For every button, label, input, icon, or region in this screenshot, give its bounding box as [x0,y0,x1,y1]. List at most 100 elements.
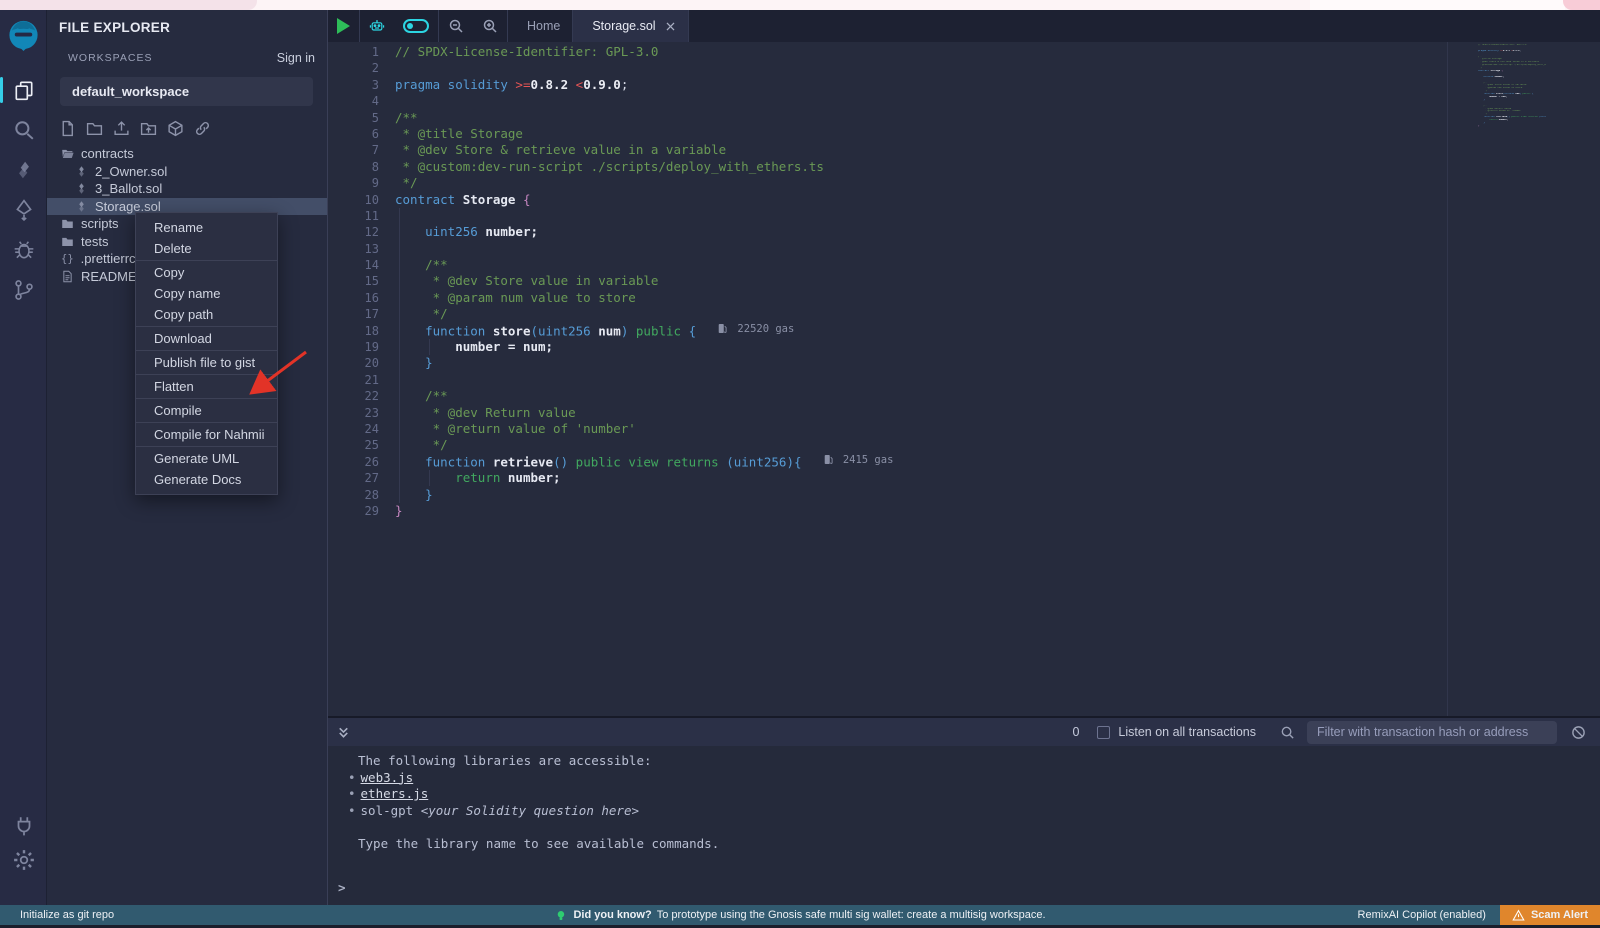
context-menu-item-compile[interactable]: Compile [136,400,277,421]
minimap[interactable]: // SPDX-License-Identifier: GPL-3.0pragm… [1478,44,1546,128]
line-number: 10 [328,192,379,208]
context-menu-item-generate-docs[interactable]: Generate Docs [136,469,277,490]
file-label: contracts [81,146,134,161]
workspace-select[interactable]: default_workspace [60,77,313,106]
editor-code[interactable]: // SPDX-License-Identifier: GPL-3.0pragm… [395,44,1470,519]
browser-chrome-strip [0,0,1600,10]
context-menu-item-download[interactable]: Download [136,328,277,349]
editor-tabbar: Home Storage.sol [328,10,1600,42]
line-number: 25 [328,437,379,453]
file-label: 3_Ballot.sol [95,181,162,196]
terminal[interactable]: The following libraries are accessible:•… [328,746,1600,905]
terminal-prompt[interactable]: > [338,880,346,897]
code-editor[interactable]: 1234567891011121314151617181920212223242… [328,42,1600,716]
folder-open-icon [61,147,74,160]
rail-debugger[interactable] [0,230,47,270]
code-line: } [395,487,1470,503]
rail-solidity-compiler[interactable] [0,150,47,190]
context-menu-item-delete[interactable]: Delete [136,238,277,259]
new-file-button[interactable] [59,120,76,137]
terminal-line: •ethers.js [348,786,1600,803]
terminal-link-web3-js[interactable]: web3.js [361,770,414,785]
file-label: 2_Owner.sol [95,164,167,179]
menu-divider [136,422,277,423]
code-line: * @custom:dev-run-script ./scripts/deplo… [395,159,1470,175]
terminal-line: The following libraries are accessible: [348,753,1600,770]
file-tree-item-2-owner-sol[interactable]: 2_Owner.sol [47,163,327,181]
line-number-gutter: 1234567891011121314151617181920212223242… [328,44,395,519]
context-menu-item-generate-uml[interactable]: Generate UML [136,448,277,469]
braces-icon: {} [61,253,74,265]
code-line: * @param num value to store [395,290,1470,306]
line-number: 14 [328,257,379,273]
close-tab-icon[interactable] [665,21,676,32]
code-line: * @dev Store value in variable [395,273,1470,289]
link-button[interactable] [194,120,211,137]
tab-storage-sol[interactable]: Storage.sol [573,10,688,42]
context-menu-item-copy-path[interactable]: Copy path [136,304,277,325]
terminal-search-icon[interactable] [1280,725,1295,740]
indent-guide [429,339,430,355]
copilot-status[interactable]: RemixAI Copilot (enabled) [1358,909,1486,921]
browser-chrome-segment [1310,0,1565,10]
code-line: contract Storage { [395,192,1470,208]
workspaces-label: WORKSPACES [68,52,272,64]
cube-button[interactable] [167,120,184,137]
rail-search[interactable] [0,110,47,150]
rail-plugin-manager[interactable] [0,809,47,843]
rail-file-explorer[interactable] [0,70,47,110]
terminal-line [348,819,1600,836]
git-init-button[interactable]: Initialize as git repo [20,909,114,921]
rail-settings[interactable] [0,843,47,877]
rail-git[interactable] [0,270,47,310]
icon-rail [0,10,47,905]
context-menu-item-publish-file-to-gist[interactable]: Publish file to gist [136,352,277,373]
code-line: * @return value of 'number' [395,421,1470,437]
line-number: 18 [328,323,379,339]
listen-checkbox[interactable] [1097,726,1110,739]
transaction-count: 0 [1072,725,1079,739]
context-menu-item-rename[interactable]: Rename [136,217,277,238]
line-number: 17 [328,306,379,322]
scam-alert-button[interactable]: Scam Alert [1500,905,1600,925]
code-line [395,208,1470,224]
code-line: /** [395,110,1470,126]
code-line: function retrieve() public view returns … [395,454,1470,470]
file-tree-item-contracts[interactable]: contracts [47,145,327,163]
did-you-know-hint: Did you know? To prototype using the Gno… [554,909,1045,922]
remix-logo-icon[interactable] [6,18,41,53]
terminal-text-italic: <your Solidity question here> [421,803,639,818]
code-line: * @dev Return value [395,405,1470,421]
code-line [395,93,1470,109]
remixai-robot-button[interactable] [360,10,394,42]
rail-deploy-run[interactable] [0,190,47,230]
sign-in-button[interactable]: Sign in [272,51,315,65]
zoom-in-button[interactable] [473,10,507,42]
menu-divider [136,374,277,375]
tab-home[interactable]: Home [508,10,572,42]
upload-folder-button[interactable] [140,120,157,137]
context-menu-item-copy-name[interactable]: Copy name [136,283,277,304]
menu-divider [136,446,277,447]
line-number: 15 [328,273,379,289]
copilot-toggle[interactable] [394,10,438,42]
terminal-expand-button[interactable] [336,725,351,740]
upload-files-button[interactable] [113,120,130,137]
new-folder-button[interactable] [86,120,103,137]
line-number: 5 [328,110,379,126]
play-button[interactable] [328,10,359,42]
transaction-filter-input[interactable] [1307,721,1557,744]
context-menu-item-compile-for-nahmii[interactable]: Compile for Nahmii [136,424,277,445]
context-menu-item-copy[interactable]: Copy [136,262,277,283]
file-tree-item-3-ballot-sol[interactable]: 3_Ballot.sol [47,180,327,198]
line-number: 12 [328,224,379,240]
code-line: number = num; [395,339,1470,355]
line-number: 26 [328,454,379,470]
bullet-icon: • [348,770,356,785]
line-number: 28 [328,487,379,503]
zoom-out-button[interactable] [439,10,473,42]
line-number: 16 [328,290,379,306]
clear-console-icon[interactable] [1571,725,1586,740]
terminal-link-ethers-js[interactable]: ethers.js [361,786,429,801]
context-menu-item-flatten[interactable]: Flatten [136,376,277,397]
